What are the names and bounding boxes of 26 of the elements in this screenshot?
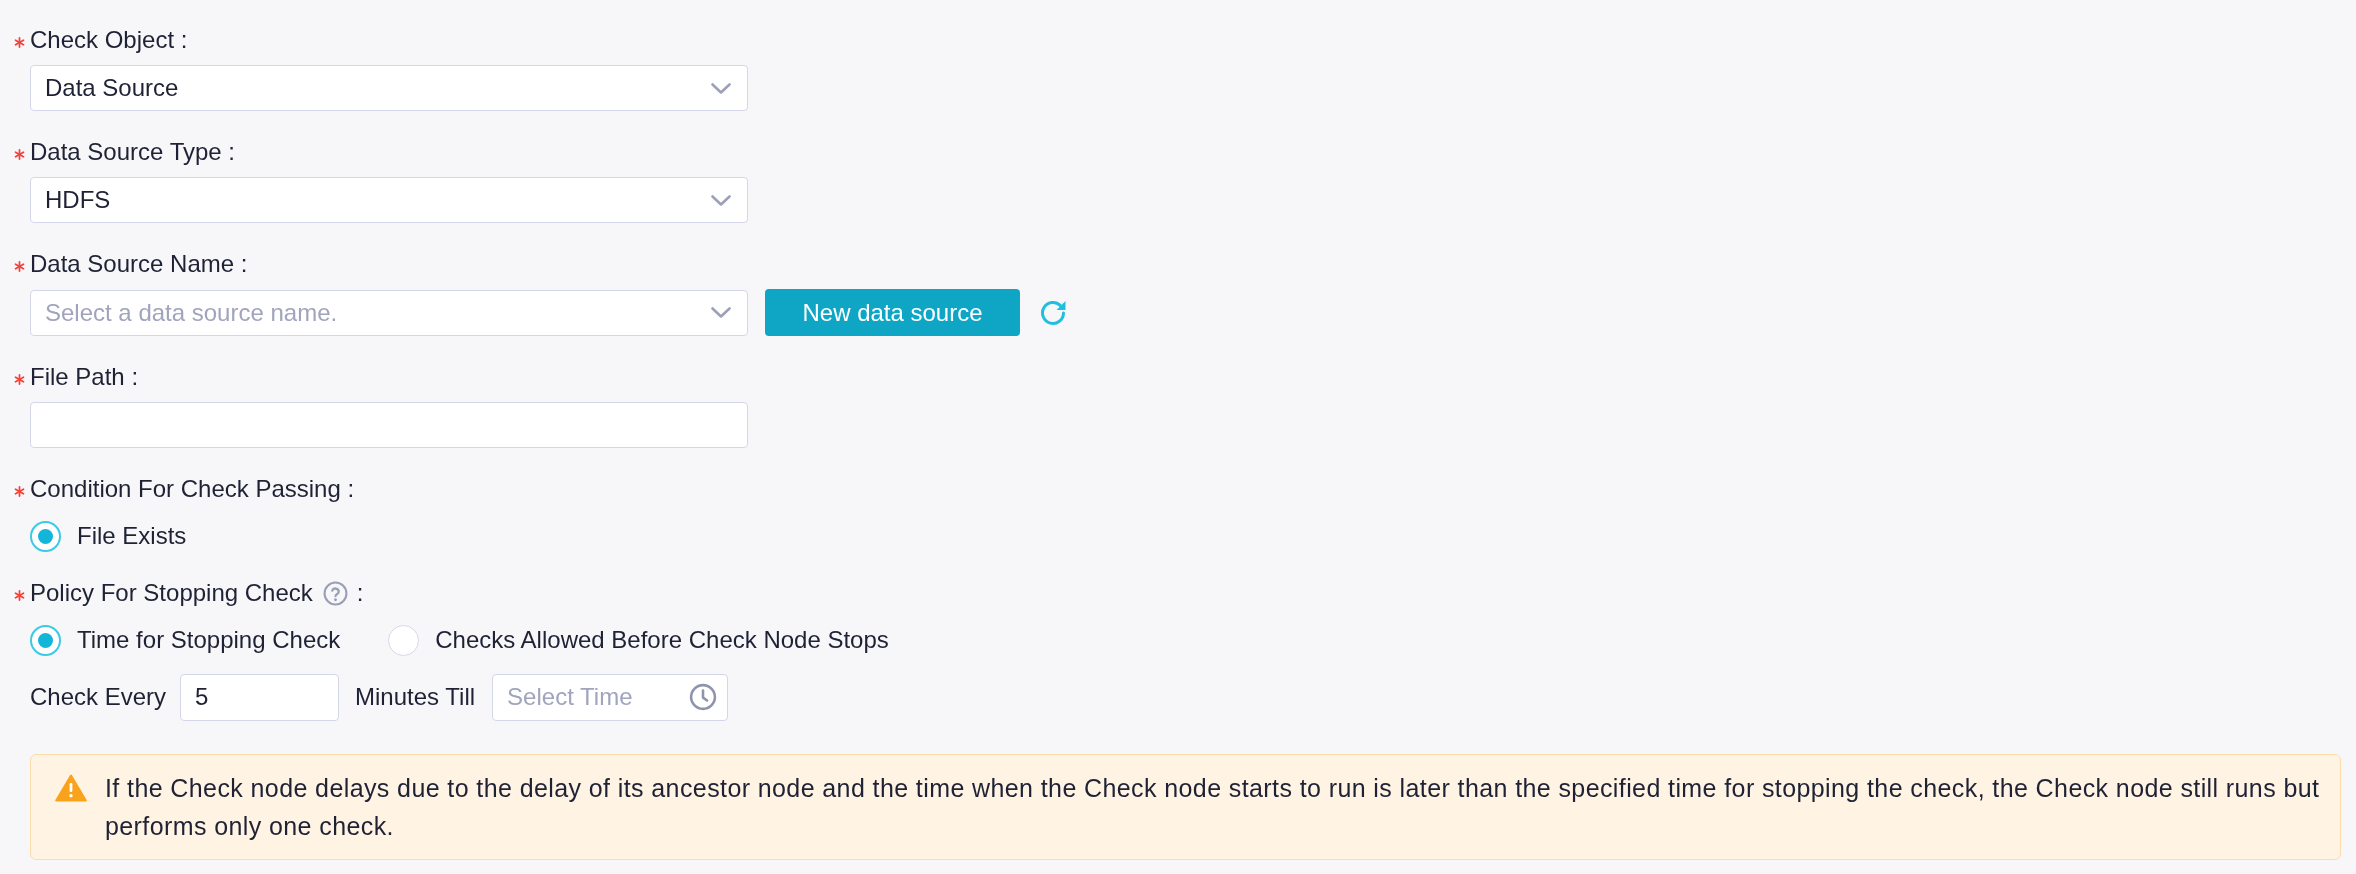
- chevron-down-icon: [711, 194, 731, 206]
- input-field[interactable]: [30, 402, 748, 448]
- warning-text: If the Check node delays due to the delay of its ancestor node and the time when the Check node starts to run is later than the specified time for stopping the check, the Check node still runs but performs only one check.: [105, 773, 2320, 842]
- select-field[interactable]: Data Source: [30, 65, 748, 111]
- label-colon: :: [356, 578, 364, 608]
- field-label: Data Source Type :: [30, 137, 235, 167]
- field-label: Policy For Stopping Check: [30, 578, 313, 608]
- radio-button[interactable]: [388, 624, 420, 656]
- field-label: Condition For Check Passing :: [30, 474, 355, 504]
- field-label: Data Source Name :: [30, 249, 248, 279]
- warning-icon: [55, 774, 87, 802]
- field-label: File Path :: [30, 362, 139, 392]
- interval-field[interactable]: 5: [180, 673, 340, 721]
- unit-label: Minutes Till: [355, 683, 476, 711]
- interval-label: Check Every: [30, 683, 167, 711]
- clock-icon: [689, 683, 718, 711]
- chevron-down-icon: [711, 307, 731, 318]
- chevron-down-icon: [711, 82, 731, 94]
- radio-option[interactable]: Checks Allowed Before Check Node Stops: [388, 624, 889, 656]
- radio-button[interactable]: [30, 624, 61, 656]
- select-field[interactable]: HDFS: [30, 177, 748, 223]
- radio-option[interactable]: File Exists: [30, 520, 187, 552]
- radio-button[interactable]: [30, 520, 61, 552]
- radio-option[interactable]: Time for Stopping Check: [30, 624, 341, 656]
- help-icon[interactable]: [322, 580, 348, 606]
- field-label: Check Object :: [30, 25, 188, 55]
